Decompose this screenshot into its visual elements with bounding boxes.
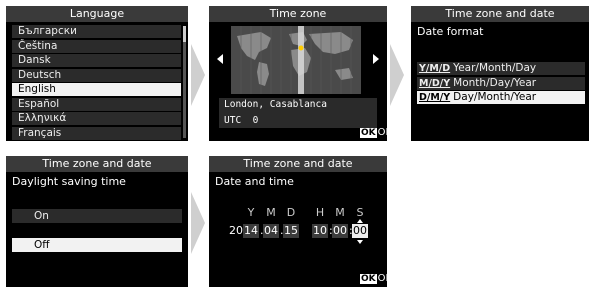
hour-field[interactable]: 10 (312, 224, 328, 238)
second-field[interactable]: 00 (352, 224, 368, 238)
language-option[interactable]: Deutsch (12, 68, 181, 82)
year-label: Y (247, 206, 255, 219)
language-option[interactable]: Čeština (12, 39, 181, 53)
date-format-title: Time zone and date (411, 6, 589, 22)
date-format-glyph: D/M/Y (419, 92, 451, 103)
date-format-option[interactable]: D/M/Y Day/Month/Year (417, 91, 585, 104)
year-field[interactable]: 14 (243, 224, 259, 238)
timezone-utc: UTC 0 (224, 115, 259, 126)
language-option[interactable]: Ελληνικά (12, 112, 181, 125)
language-screen: Language Български Čeština Dansk Deutsch Eng… (6, 6, 188, 141)
date-format-label: Month/Day/Year (453, 76, 537, 89)
datetime-subtitle: Date and time (215, 175, 294, 188)
day-label: D (286, 206, 296, 219)
next-step-arrow (390, 44, 404, 106)
date-format-option[interactable]: M/D/Y Month/Day/Year (417, 76, 585, 90)
next-step-arrow (191, 44, 205, 106)
dst-title: Time zone and date (6, 156, 188, 172)
right-arrow-icon[interactable] (373, 54, 379, 64)
date-format-label: Day/Month/Year (453, 91, 537, 103)
language-option[interactable]: English (12, 83, 181, 96)
minute-label: M (335, 206, 345, 219)
dst-option-on[interactable]: On (12, 209, 182, 223)
day-field[interactable]: 15 (283, 224, 299, 238)
language-option[interactable]: Español (12, 97, 181, 111)
ok-indicator: OKOK (360, 273, 387, 284)
datetime-screen: Time zone and date Date and time Y M D H… (209, 156, 387, 287)
ok-indicator: OKOK (360, 127, 387, 138)
language-title: Language (6, 6, 188, 22)
dst-screen: Time zone and date Daylight saving time … (6, 156, 188, 287)
decrement-arrow-icon[interactable] (357, 240, 363, 244)
date-format-option[interactable]: Y/M/D Year/Month/Day (417, 62, 585, 75)
date-format-glyph: M/D/Y (419, 77, 451, 89)
hour-label: H (315, 206, 325, 219)
date-format-glyph: Y/M/D (419, 63, 451, 74)
timezone-info-box: London, Casablanca UTC 0 (219, 98, 377, 128)
date-format-label: Year/Month/Day (453, 62, 537, 74)
minute-field[interactable]: 00 (332, 224, 348, 238)
left-arrow-icon[interactable] (217, 54, 223, 64)
world-map[interactable] (231, 26, 361, 94)
dst-subtitle: Daylight saving time (12, 175, 126, 188)
scrollbar-thumb[interactable] (183, 26, 186, 42)
datetime-title: Time zone and date (209, 156, 387, 172)
timezone-title: Time zone (209, 6, 387, 22)
ok-label: OK (377, 127, 387, 138)
language-option[interactable]: Français (12, 126, 181, 140)
next-step-arrow (191, 192, 205, 254)
timezone-location: London, Casablanca (224, 99, 327, 110)
ok-button-icon: OK (360, 128, 377, 138)
language-scrollbar[interactable] (183, 26, 186, 138)
increment-arrow-icon[interactable] (357, 219, 363, 223)
date-format-screen: Time zone and date Date format Y/M/D Year… (411, 6, 589, 141)
timezone-screen: Time zone London, Casablanca UTC 0 OK O (209, 6, 387, 141)
month-label: M (266, 206, 276, 219)
date-format-subtitle: Date format (417, 25, 484, 38)
dst-option-off[interactable]: Off (12, 238, 182, 252)
ok-label: OK (377, 273, 387, 284)
language-option[interactable]: Български (12, 25, 181, 38)
ok-button-icon: OK (360, 274, 377, 284)
language-option[interactable]: Dansk (12, 54, 181, 67)
month-field[interactable]: 04 (263, 224, 279, 238)
year-century: 20 (229, 224, 243, 237)
second-label: S (356, 206, 364, 219)
